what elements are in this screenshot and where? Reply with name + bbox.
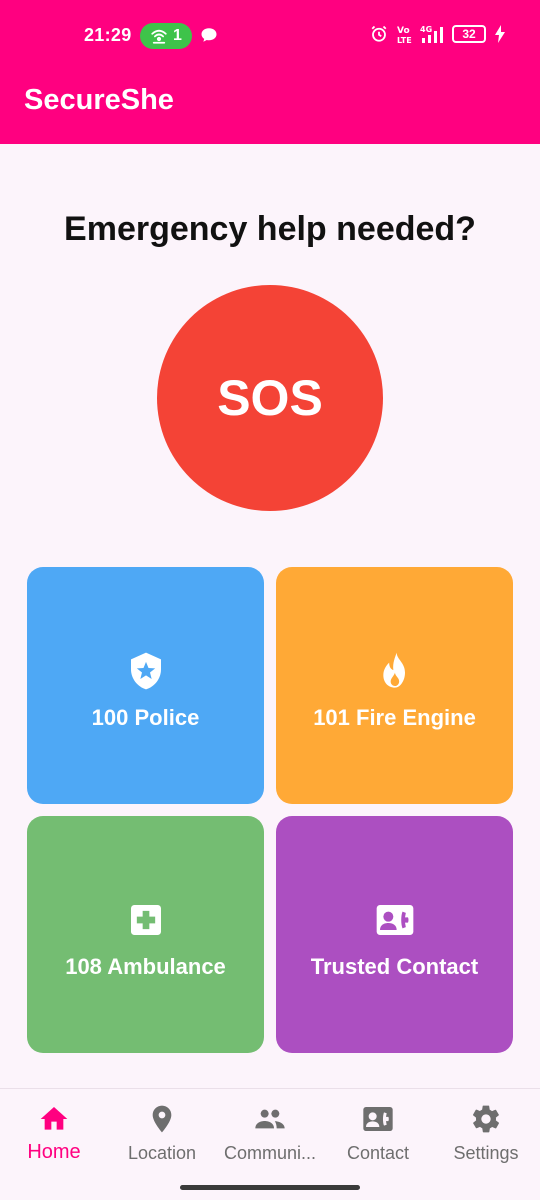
system-icons: Vo LTE 4G 32 xyxy=(370,24,506,44)
volte-icon: Vo LTE xyxy=(397,26,412,44)
gear-icon xyxy=(472,1105,500,1133)
page-headline: Emergency help needed? xyxy=(64,210,476,248)
hotspot-count: 1 xyxy=(173,27,182,44)
nav-community-label: Communi... xyxy=(223,1143,317,1163)
status-time: 21:29 xyxy=(84,25,132,45)
medical-cross-icon xyxy=(130,904,161,935)
nav-settings[interactable]: Settings xyxy=(432,1103,540,1164)
svg-text:LTE: LTE xyxy=(397,36,412,44)
nav-settings-label: Settings xyxy=(453,1143,519,1163)
trusted-contact-tile[interactable]: Trusted Contact xyxy=(276,816,513,1053)
police-shield-icon xyxy=(130,652,161,689)
ambulance-label: 108 Ambulance xyxy=(65,953,226,979)
fire-engine-label: 101 Fire Engine xyxy=(313,704,476,730)
location-pin-icon xyxy=(152,1105,172,1133)
app-title: SecureShe xyxy=(24,84,174,116)
gesture-home-bar[interactable] xyxy=(180,1185,360,1190)
nav-location-label: Location xyxy=(127,1143,197,1163)
signal-4g-icon: 4G xyxy=(420,25,443,43)
contact-phone-icon xyxy=(376,904,413,935)
nav-location[interactable]: Location xyxy=(108,1103,216,1164)
bottom-navigation: Home Location Communi... Contact Setting… xyxy=(0,1088,540,1200)
alarm-icon xyxy=(371,25,387,42)
home-icon xyxy=(40,1107,68,1130)
svg-text:4G: 4G xyxy=(420,25,432,34)
contact-card-icon xyxy=(363,1107,393,1131)
hotspot-icon xyxy=(151,29,167,44)
battery-indicator: 32 xyxy=(452,25,486,43)
status-bar: 21:29 1 Vo LTE 4G 32 xyxy=(0,18,540,54)
nav-contact-label: Contact xyxy=(346,1143,410,1163)
police-label: 100 Police xyxy=(91,704,200,730)
nav-home[interactable]: Home xyxy=(0,1103,108,1164)
nav-home-label: Home xyxy=(27,1141,81,1163)
app-bar: 21:29 1 Vo LTE 4G 32 SecureShe xyxy=(0,0,540,144)
message-icon xyxy=(201,28,217,42)
ambulance-tile[interactable]: 108 Ambulance xyxy=(27,816,264,1053)
nav-contact[interactable]: Contact xyxy=(324,1103,432,1164)
sos-label: SOS xyxy=(217,370,323,426)
trusted-contact-label: Trusted Contact xyxy=(310,953,479,979)
svg-text:Vo: Vo xyxy=(397,26,410,36)
people-icon xyxy=(255,1109,285,1129)
police-tile[interactable]: 100 Police xyxy=(27,567,264,804)
fire-engine-tile[interactable]: 101 Fire Engine xyxy=(276,567,513,804)
sos-button[interactable]: SOS xyxy=(157,285,383,511)
fire-icon xyxy=(382,652,405,688)
nav-community[interactable]: Communi... xyxy=(216,1103,324,1164)
charging-icon xyxy=(495,25,505,43)
hotspot-badge: 1 xyxy=(140,23,192,49)
